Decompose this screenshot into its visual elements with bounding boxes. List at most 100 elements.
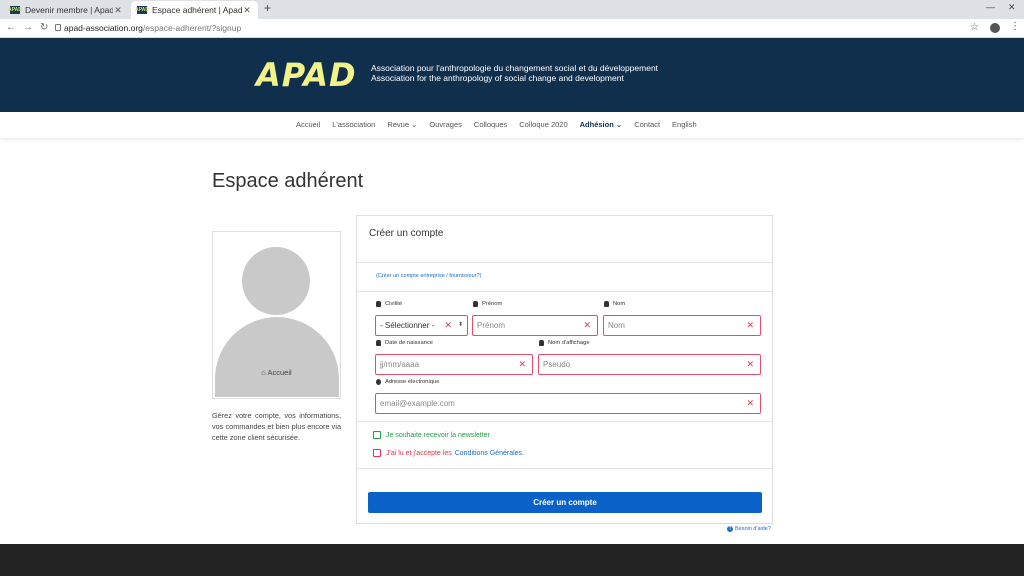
email-placeholder: email@example.com <box>380 399 455 408</box>
help-link[interactable]: ? Besoin d'aide? <box>727 526 771 532</box>
account-description: Gérez votre compte, vos informations, vo… <box>212 411 341 442</box>
lastname-label-text: Nom <box>613 301 626 307</box>
site-footer <box>0 544 1024 576</box>
question-icon: ? <box>727 526 733 532</box>
nav-item-ouvrages[interactable]: Ouvrages <box>429 120 462 129</box>
lastname-placeholder: Nom <box>608 321 625 330</box>
menu-kebab-icon[interactable]: ⋮ <box>1010 21 1020 32</box>
avatar-body <box>215 317 339 397</box>
lastname-label: Nom <box>604 301 625 307</box>
url-path: /espace-adherent/?signup <box>142 23 242 33</box>
apad-favicon-icon: APAD <box>135 6 149 14</box>
profile-card: ⌂ Accueil <box>212 231 341 399</box>
error-x-icon: ✕ <box>518 359 526 369</box>
back-icon[interactable]: ← <box>6 22 16 33</box>
error-x-icon: ✕ <box>746 359 754 369</box>
signup-form: Créer un compte (Créer un compte entrepr… <box>356 215 773 524</box>
user-icon <box>473 301 478 307</box>
checkbox[interactable] <box>373 431 381 439</box>
close-window-icon[interactable]: ✕ <box>1008 2 1016 13</box>
pseudo-input[interactable]: Pseudo ✕ <box>538 354 761 375</box>
avatar-head <box>242 247 310 315</box>
bookmark-star-icon[interactable]: ☆ <box>970 22 979 33</box>
tagline-fr: Association pour l'anthropologie du chan… <box>371 63 659 73</box>
nav-item-contact[interactable]: Contact <box>634 120 660 129</box>
help-label: Besoin d'aide? <box>735 526 771 532</box>
browser-tab-espace-adherent[interactable]: APAD Espace adhérent | Apad ✕ <box>131 1 258 19</box>
nav-item-colloques[interactable]: Colloques <box>474 120 507 129</box>
calendar-icon <box>376 340 381 346</box>
company-account-link[interactable]: (Créer un compte entreprise / fournisseu… <box>376 273 481 279</box>
lastname-input[interactable]: Nom ✕ <box>603 315 761 336</box>
profile-home-label: Accueil <box>267 368 292 377</box>
error-x-icon: ✕ <box>583 320 591 330</box>
pseudo-placeholder: Pseudo <box>543 360 571 369</box>
newsletter-checkbox[interactable]: Je souhaite recevoir la newsletter <box>373 431 490 439</box>
form-header: Créer un compte <box>357 216 772 263</box>
divider <box>357 468 772 469</box>
firstname-label-text: Prénom <box>482 301 503 307</box>
close-icon[interactable]: ✕ <box>242 5 252 16</box>
checkbox[interactable] <box>373 449 381 457</box>
tagline-en: Association for the anthropology of soci… <box>371 73 624 83</box>
apad-logo[interactable]: APAD <box>256 56 357 94</box>
divider <box>357 421 772 422</box>
apad-favicon-icon: APAD <box>8 6 22 14</box>
error-x-icon: ✕ <box>444 320 452 330</box>
new-tab-button[interactable]: + <box>264 1 271 15</box>
forward-icon[interactable]: → <box>23 22 33 33</box>
terms-label: J'ai lu et j'accepte les <box>386 449 452 457</box>
reload-icon[interactable]: ↻ <box>40 22 48 33</box>
browser-tab-bar: APAD Devenir membre | Apad ✕ APAD Espace… <box>0 0 1024 19</box>
account-icon[interactable] <box>990 23 1000 33</box>
display-name-label: Nom d'affichage <box>539 340 590 346</box>
nav-item-english[interactable]: English <box>672 120 697 129</box>
birthdate-label: Date de naissance <box>376 340 433 346</box>
avatar <box>213 232 340 397</box>
birthdate-label-text: Date de naissance <box>385 340 434 346</box>
terms-checkbox[interactable]: J'ai lu et j'accepte les Conditions Géné… <box>373 449 524 457</box>
email-label: Adresse électronique <box>376 379 439 385</box>
page-title: Espace adhérent <box>212 170 364 192</box>
nav-item-accueil[interactable]: Accueil <box>296 120 320 129</box>
user-icon <box>604 301 609 307</box>
terms-link[interactable]: Conditions Générales. <box>455 450 524 457</box>
civility-select[interactable]: - Sélectionner - ✕ ⬍ <box>375 315 468 336</box>
browser-tab-devenir-membre[interactable]: APAD Devenir membre | Apad ✕ <box>4 1 129 19</box>
nav-item-adhesion[interactable]: Adhésion ⌄ <box>580 120 623 129</box>
site-tagline: Association pour l'anthropologie du chan… <box>371 63 658 83</box>
divider <box>357 291 772 292</box>
address-bar: ← → ↻ apad-association.org/espace-adhere… <box>0 19 1024 38</box>
site-header: APAD Association pour l'anthropologie du… <box>0 38 1024 112</box>
nav-item-colloque-2020[interactable]: Colloque 2020 <box>519 120 567 129</box>
nav-item-association[interactable]: L'association <box>332 120 375 129</box>
tab-title: Espace adhérent | Apad <box>152 5 242 15</box>
firstname-input[interactable]: Prénom ✕ <box>472 315 598 336</box>
civility-value: - Sélectionner - <box>380 321 435 330</box>
url-host: apad-association.org <box>64 23 143 33</box>
birthdate-input[interactable]: jj/mm/aaaa ✕ <box>375 354 533 375</box>
at-icon <box>376 379 381 385</box>
tab-title: Devenir membre | Apad <box>25 5 113 15</box>
firstname-label: Prénom <box>473 301 502 307</box>
select-arrows-icon: ⬍ <box>457 322 463 328</box>
civility-label: Civilité <box>376 301 402 307</box>
birthdate-placeholder: jj/mm/aaaa <box>380 360 420 369</box>
lock-icon <box>55 24 61 31</box>
profile-home-link[interactable]: ⌂ Accueil <box>213 368 340 377</box>
minimize-icon[interactable]: — <box>986 2 995 12</box>
user-secret-icon <box>539 340 544 346</box>
firstname-placeholder: Prénom <box>477 321 506 330</box>
email-input[interactable]: email@example.com ✕ <box>375 393 761 414</box>
civility-label-text: Civilité <box>385 301 403 307</box>
form-heading: Créer un compte <box>369 228 444 239</box>
url-field[interactable]: apad-association.org/espace-adherent/?si… <box>64 23 241 33</box>
error-x-icon: ✕ <box>746 398 754 408</box>
user-icon <box>376 301 381 307</box>
close-icon[interactable]: ✕ <box>113 5 123 16</box>
error-x-icon: ✕ <box>746 320 754 330</box>
display-name-label-text: Nom d'affichage <box>548 340 590 346</box>
email-label-text: Adresse électronique <box>385 379 440 385</box>
nav-item-revue[interactable]: Revue ⌄ <box>387 120 417 129</box>
create-account-button[interactable]: Créer un compte <box>368 492 762 513</box>
